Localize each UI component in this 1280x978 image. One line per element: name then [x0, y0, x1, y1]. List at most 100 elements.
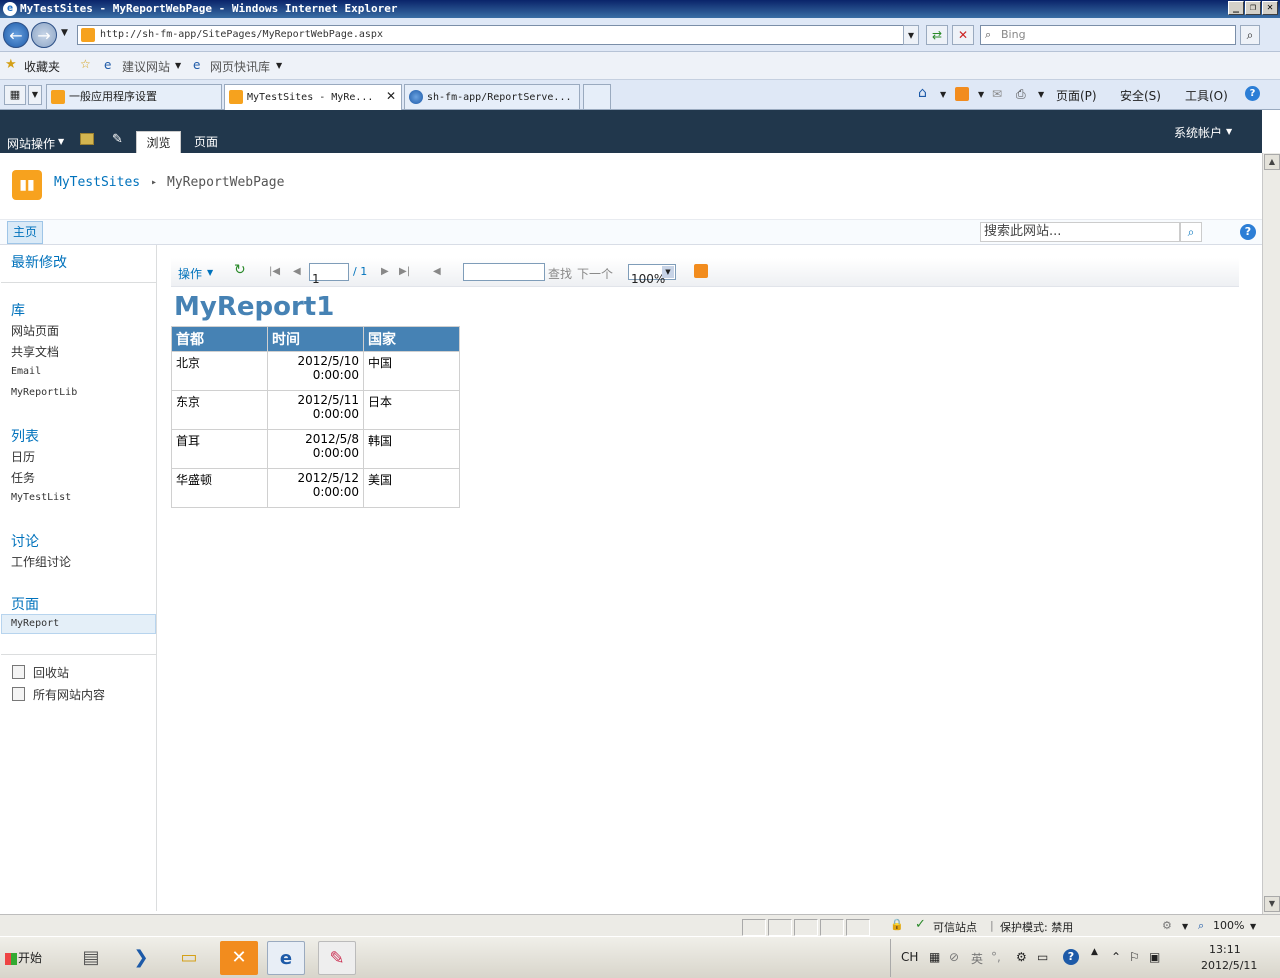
address-dropdown-icon[interactable]: ▾: [903, 25, 919, 45]
export-icon[interactable]: [694, 264, 708, 278]
ime-disabled-icon[interactable]: ⊘: [949, 950, 959, 964]
vertical-scrollbar[interactable]: ▲ ▼: [1262, 153, 1280, 914]
settings-icon[interactable]: ⚙: [1016, 950, 1027, 964]
forward-button[interactable]: →: [31, 22, 57, 48]
ime-mode[interactable]: 英: [971, 950, 983, 967]
nav-heading-discussions[interactable]: 讨论: [11, 531, 39, 551]
tab-mytestsites[interactable]: MyTestSites - MyRe... ✕: [224, 84, 402, 110]
navigate-up-icon[interactable]: [80, 133, 94, 145]
chevron-down-icon[interactable]: ▼: [58, 137, 64, 146]
nav-item-calendar[interactable]: 日历: [11, 448, 35, 465]
nav-item-myreportlib[interactable]: MyReportLib: [11, 387, 77, 398]
nav-item-tasks[interactable]: 任务: [11, 469, 35, 486]
nav-item-email[interactable]: Email: [11, 366, 41, 377]
address-field[interactable]: http://sh-fm-app/SitePages/MyReportWebPa…: [77, 25, 919, 45]
nav-item-mytestlist[interactable]: MyTestList: [11, 492, 71, 503]
tools-menu[interactable]: 工具(O): [1185, 87, 1228, 104]
nav-recent[interactable]: 最新修改: [11, 252, 67, 272]
nav-recycle-bin[interactable]: 回收站: [33, 664, 69, 681]
stop-icon[interactable]: ✕: [952, 25, 974, 45]
scroll-up-icon[interactable]: ▲: [1264, 154, 1280, 170]
favorites-button[interactable]: 收藏夹: [24, 58, 60, 75]
back-button[interactable]: ←: [3, 22, 29, 48]
back-to-parent-icon[interactable]: ◀: [433, 266, 441, 277]
chevron-down-icon[interactable]: ▼: [1038, 90, 1044, 99]
new-tab-button[interactable]: [583, 84, 611, 109]
action-center-flag-icon[interactable]: ⚐: [1129, 950, 1140, 964]
tray-expand-icon[interactable]: ▲: [1091, 947, 1098, 957]
next-page-icon[interactable]: ▶: [381, 266, 389, 277]
site-actions-menu[interactable]: 网站操作: [7, 135, 55, 152]
visual-studio-icon[interactable]: ✎: [318, 941, 356, 975]
nav-item-myreport[interactable]: MyReport: [11, 618, 59, 629]
tab-page[interactable]: 页面: [186, 131, 226, 153]
search-go-icon[interactable]: ⌕: [1240, 25, 1260, 45]
web-slice-gallery-link[interactable]: 网页快讯库: [210, 58, 270, 75]
safety-menu[interactable]: 安全(S): [1120, 87, 1161, 104]
chevron-down-icon[interactable]: ▼: [175, 61, 181, 70]
breadcrumb-site[interactable]: MyTestSites: [54, 175, 140, 190]
refresh-report-icon[interactable]: ↻: [234, 262, 246, 278]
nav-heading-libraries[interactable]: 库: [11, 300, 25, 320]
punctuation-icon[interactable]: °,: [991, 950, 1001, 964]
chevron-down-icon[interactable]: ▼: [940, 90, 946, 99]
account-menu[interactable]: 系统帐户: [1174, 124, 1222, 141]
explorer-folder-icon[interactable]: ▭: [170, 941, 208, 975]
rss-feed-icon[interactable]: [955, 87, 969, 101]
nav-item-site-pages[interactable]: 网站页面: [11, 322, 59, 339]
find-text-input[interactable]: [463, 263, 545, 281]
nav-item-team-discussion[interactable]: 工作组讨论: [11, 553, 71, 570]
trusted-zone-label[interactable]: 可信站点: [933, 919, 977, 935]
suggested-sites-link[interactable]: 建议网站: [122, 58, 170, 75]
bing-search-input[interactable]: ⌕ Bing: [980, 25, 1236, 45]
first-page-icon[interactable]: |◀: [269, 266, 280, 277]
keyboard-icon[interactable]: ▭: [1037, 950, 1048, 964]
history-dropdown-icon[interactable]: ▼: [61, 28, 68, 38]
start-button[interactable]: 开始: [2, 941, 48, 975]
help-icon[interactable]: ?: [1240, 224, 1256, 240]
find-link[interactable]: 查找: [548, 265, 572, 282]
help-icon[interactable]: ?: [1245, 86, 1260, 101]
status-zoom[interactable]: 100%: [1213, 919, 1244, 932]
powershell-icon[interactable]: ❯: [122, 941, 160, 975]
last-page-icon[interactable]: ▶|: [399, 266, 410, 277]
chevron-down-icon[interactable]: ▼: [978, 90, 984, 99]
clock-time[interactable]: 13:11: [1209, 943, 1241, 956]
prev-page-icon[interactable]: ◀: [293, 266, 301, 277]
quick-tabs-icon[interactable]: ▦: [4, 85, 26, 105]
site-logo[interactable]: ▮▮: [12, 170, 42, 200]
edit-page-icon[interactable]: ✎: [112, 132, 123, 147]
mail-icon[interactable]: ✉: [992, 87, 1002, 101]
clock-date[interactable]: 2012/5/11: [1201, 959, 1257, 972]
ie-taskbar-icon[interactable]: e: [267, 941, 305, 975]
site-search-input[interactable]: 搜索此网站...: [980, 222, 1180, 242]
scroll-down-icon[interactable]: ▼: [1264, 896, 1280, 912]
ime-language[interactable]: CH: [901, 950, 918, 964]
close-tab-icon[interactable]: ✕: [386, 85, 396, 108]
nav-heading-pages[interactable]: 页面: [11, 594, 39, 614]
nav-item-shared-docs[interactable]: 共享文档: [11, 343, 59, 360]
zoom-icon[interactable]: ⌕: [1198, 919, 1204, 933]
tab-app-settings[interactable]: 一般应用程序设置: [46, 84, 222, 109]
chevron-down-icon[interactable]: ▼: [1226, 127, 1232, 136]
report-actions-menu[interactable]: 操作: [178, 265, 202, 282]
refresh-icon[interactable]: ⇄: [926, 25, 948, 45]
show-hidden-icon[interactable]: ⌃: [1111, 950, 1121, 964]
tab-list-icon[interactable]: ▼: [28, 85, 42, 105]
top-nav-home[interactable]: 主页: [7, 221, 44, 244]
nav-all-site-content[interactable]: 所有网站内容: [33, 686, 105, 703]
add-favorite-icon[interactable]: ☆: [80, 57, 91, 71]
chevron-down-icon[interactable]: ▼: [1250, 922, 1256, 931]
network-icon[interactable]: ▣: [1149, 950, 1160, 964]
tab-report-server[interactable]: sh-fm-app/ReportServe...: [404, 84, 580, 109]
site-search-icon[interactable]: ⌕: [1180, 222, 1202, 242]
ime-keyboard-icon[interactable]: ▦: [929, 950, 940, 964]
tab-browse[interactable]: 浏览: [136, 131, 181, 153]
zone-settings-icon[interactable]: ⚙: [1162, 919, 1172, 932]
help-icon[interactable]: ?: [1063, 949, 1079, 965]
minimize-button[interactable]: _: [1228, 1, 1244, 15]
zoom-select[interactable]: 100% ▼: [628, 264, 676, 286]
close-window-button[interactable]: ✕: [1262, 1, 1278, 15]
page-menu[interactable]: 页面(P): [1056, 87, 1097, 104]
print-icon[interactable]: ⎙: [1016, 87, 1026, 102]
